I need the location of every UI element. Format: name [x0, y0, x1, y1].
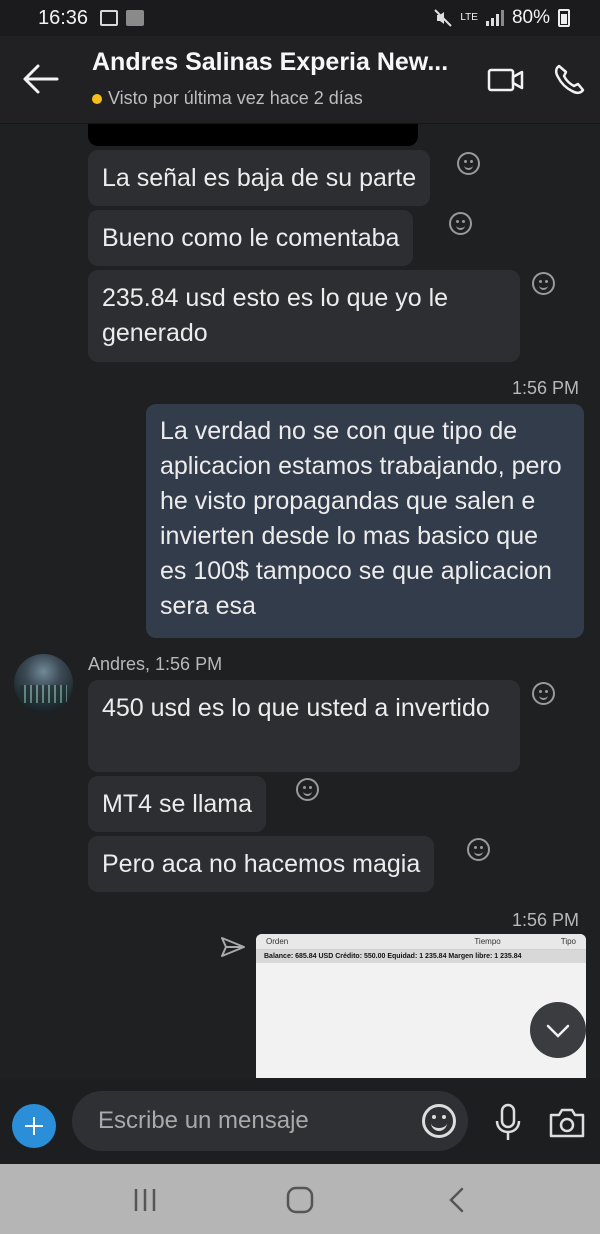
message-incoming[interactable]: 235.84 usd esto es lo que yo le generado — [88, 270, 520, 362]
chat-header: Andres Salinas Experia New... Visto por … — [0, 36, 600, 124]
sent-status-icon — [221, 937, 245, 957]
col-orden: Orden — [266, 937, 289, 946]
react-smiley-icon[interactable] — [457, 152, 480, 175]
microphone-icon[interactable] — [492, 1102, 524, 1144]
react-smiley-icon[interactable] — [449, 212, 472, 235]
add-attachment-button[interactable] — [12, 1104, 56, 1148]
previous-message-edge — [88, 124, 418, 146]
last-seen-status: Visto por última vez hace 2 días — [92, 88, 363, 109]
message-input[interactable] — [98, 1103, 398, 1139]
message-incoming[interactable]: Pero aca no hacemos magia — [88, 836, 435, 892]
message-incoming[interactable]: MT4 se llama — [88, 776, 267, 832]
battery-percent: 80% — [511, 7, 550, 28]
sender-name-time: Andres, 1:56 PM — [88, 654, 223, 674]
battery-icon — [558, 9, 570, 27]
audio-call-icon[interactable] — [550, 62, 590, 98]
react-smiley-icon[interactable] — [296, 778, 319, 801]
timestamp: 1:56 PM — [512, 910, 580, 930]
react-smiley-icon[interactable] — [532, 272, 555, 295]
react-smiley-icon[interactable] — [532, 682, 555, 705]
network-type: LTE — [460, 12, 478, 23]
emoji-icon[interactable] — [422, 1104, 456, 1138]
message-composer — [0, 1078, 600, 1164]
message-incoming[interactable]: La señal es baja de su parte — [88, 150, 431, 206]
message-incoming[interactable]: 450 usd es lo que usted a invertido — [88, 680, 520, 772]
last-seen-text: Visto por última vez hace 2 días — [108, 88, 363, 108]
clock: 16:36 — [38, 6, 89, 29]
react-smiley-icon[interactable] — [467, 838, 490, 861]
system-navigation-bar — [0, 1164, 600, 1234]
timestamp: 1:56 PM — [512, 378, 580, 398]
message-input-container[interactable] — [72, 1091, 468, 1151]
col-tipo: Tipo — [560, 937, 576, 946]
video-call-icon[interactable] — [486, 62, 526, 98]
back-nav-icon[interactable] — [443, 1186, 473, 1214]
back-arrow-icon[interactable] — [22, 62, 60, 96]
recent-apps-icon[interactable] — [130, 1186, 160, 1214]
mute-icon — [434, 9, 453, 27]
col-tiempo: Tiempo — [474, 937, 501, 946]
contact-avatar[interactable] — [14, 654, 73, 713]
media-notification-icon — [126, 10, 145, 26]
gallery-notification-icon — [100, 10, 119, 26]
message-list[interactable]: La señal es baja de su parte Bueno como … — [0, 124, 600, 1078]
home-icon[interactable] — [285, 1186, 315, 1214]
chevron-down-icon — [546, 1024, 570, 1038]
contact-name[interactable]: Andres Salinas Experia New... — [92, 48, 472, 77]
presence-dot — [92, 93, 102, 104]
scroll-to-bottom-button[interactable] — [530, 1002, 586, 1058]
message-incoming[interactable]: Bueno como le comentaba — [88, 210, 414, 266]
camera-icon[interactable] — [548, 1106, 586, 1140]
image-table-header: Orden Tiempo Tipo — [256, 934, 586, 950]
message-outgoing[interactable]: La verdad no se con que tipo de aplicaci… — [146, 404, 584, 638]
status-bar: 16:36 LTE 80% — [0, 0, 600, 36]
signal-icon — [485, 10, 504, 26]
image-balance-row: Balance: 685.84 USD Crédito: 550.00 Equi… — [256, 950, 586, 963]
